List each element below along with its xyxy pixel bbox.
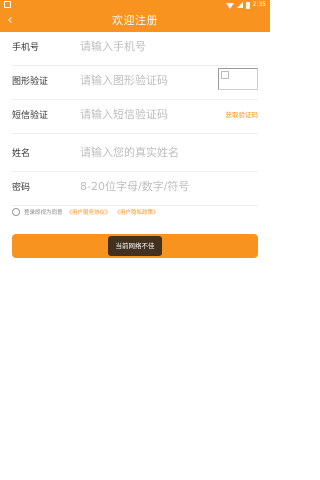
- password-label: 密码: [12, 183, 31, 193]
- sms-row: 短信验证 获取验证码: [12, 96, 258, 134]
- agreement-prefix: 登录即视为同意: [24, 210, 63, 216]
- privacy-link[interactable]: 《用户隐私政策》: [115, 208, 159, 216]
- phone-label: 手机号: [12, 43, 40, 53]
- name-row: 姓名: [12, 134, 258, 172]
- sms-label: 短信验证: [12, 111, 49, 121]
- captcha-input[interactable]: [80, 68, 210, 92]
- status-icons: 2:35: [225, 0, 266, 10]
- get-code-button[interactable]: 获取验证码: [226, 109, 259, 119]
- battery-icon: [245, 1, 250, 9]
- captcha-label: 图形验证: [12, 77, 49, 87]
- status-bar: 2:35: [0, 0, 270, 10]
- wifi-icon: [225, 2, 234, 9]
- phone-input[interactable]: [80, 34, 210, 58]
- signal-icon: [236, 2, 243, 8]
- agree-checkbox[interactable]: [12, 208, 20, 216]
- phone-row: 手机号: [12, 28, 258, 66]
- status-time: 2:35: [252, 1, 266, 8]
- notification-icon: [4, 1, 11, 8]
- name-input[interactable]: [80, 140, 210, 164]
- captcha-row: 图形验证: [12, 62, 258, 100]
- captcha-image[interactable]: [218, 68, 258, 90]
- sms-code-input[interactable]: [80, 102, 210, 126]
- agreement: 登录即视为同意 《用户服务协议》 《用户隐私政策》: [12, 206, 159, 218]
- name-label: 姓名: [12, 149, 31, 159]
- password-input[interactable]: [80, 174, 210, 198]
- user-service-link[interactable]: 《用户服务协议》: [67, 208, 111, 216]
- password-row: 密码: [12, 168, 258, 206]
- toast-message: 当前网络不佳: [108, 236, 162, 256]
